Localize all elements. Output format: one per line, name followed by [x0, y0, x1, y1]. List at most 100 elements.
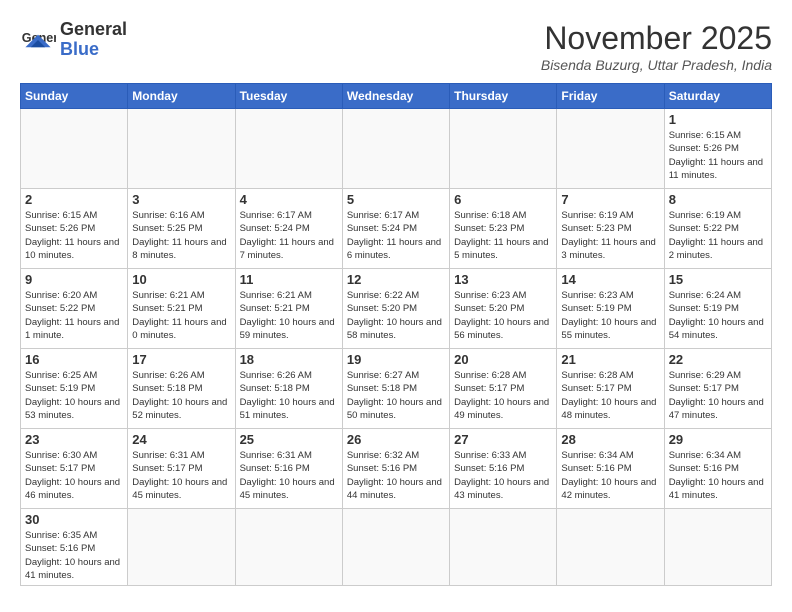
day-number: 1	[669, 112, 767, 127]
calendar-cell: 4 Sunrise: 6:17 AM Sunset: 5:24 PM Daylig…	[235, 189, 342, 269]
calendar-cell: 11Sunrise: 6:21 AM Sunset: 5:21 PM Dayli…	[235, 269, 342, 349]
weekday-header-sunday: Sunday	[21, 84, 128, 109]
title-area: November 2025 Bisenda Buzurg, Uttar Prad…	[541, 20, 772, 73]
calendar-cell: 25Sunrise: 6:31 AM Sunset: 5:16 PM Dayli…	[235, 429, 342, 509]
day-info: Sunrise: 6:15 AM Sunset: 5:26 PM Dayligh…	[669, 129, 767, 182]
day-number: 3	[132, 192, 230, 207]
day-number: 14	[561, 272, 659, 287]
weekday-header-row: SundayMondayTuesdayWednesdayThursdayFrid…	[21, 84, 772, 109]
day-number: 28	[561, 432, 659, 447]
logo-icon: General	[20, 22, 56, 58]
day-number: 29	[669, 432, 767, 447]
calendar-cell	[128, 109, 235, 189]
calendar-cell: 2 Sunrise: 6:15 AM Sunset: 5:26 PM Daylig…	[21, 189, 128, 269]
day-number: 24	[132, 432, 230, 447]
day-info: Sunrise: 6:26 AM Sunset: 5:18 PM Dayligh…	[132, 369, 230, 422]
day-info: Sunrise: 6:32 AM Sunset: 5:16 PM Dayligh…	[347, 449, 445, 502]
day-info: Sunrise: 6:28 AM Sunset: 5:17 PM Dayligh…	[561, 369, 659, 422]
calendar-cell: 24 Sunrise: 6:31 AM Sunset: 5:17 PM Dayli…	[128, 429, 235, 509]
day-number: 15	[669, 272, 767, 287]
day-info: Sunrise: 6:21 AM Sunset: 5:21 PM Dayligh…	[240, 289, 338, 342]
calendar-cell: 5 Sunrise: 6:17 AM Sunset: 5:24 PM Daylig…	[342, 189, 449, 269]
day-info: Sunrise: 6:21 AM Sunset: 5:21 PM Dayligh…	[132, 289, 230, 342]
day-number: 27	[454, 432, 552, 447]
day-number: 13	[454, 272, 552, 287]
calendar-cell: 18Sunrise: 6:26 AM Sunset: 5:18 PM Dayli…	[235, 349, 342, 429]
calendar-cell	[21, 109, 128, 189]
day-info: Sunrise: 6:24 AM Sunset: 5:19 PM Dayligh…	[669, 289, 767, 342]
day-info: Sunrise: 6:27 AM Sunset: 5:18 PM Dayligh…	[347, 369, 445, 422]
weekday-header-tuesday: Tuesday	[235, 84, 342, 109]
day-number: 5	[347, 192, 445, 207]
day-number: 16	[25, 352, 123, 367]
day-number: 2	[25, 192, 123, 207]
calendar-cell	[557, 509, 664, 586]
day-info: Sunrise: 6:26 AM Sunset: 5:18 PM Dayligh…	[240, 369, 338, 422]
calendar-cell: 21 Sunrise: 6:28 AM Sunset: 5:17 PM Dayli…	[557, 349, 664, 429]
week-row-4: 16 Sunrise: 6:25 AM Sunset: 5:19 PM Dayli…	[21, 349, 772, 429]
day-number: 21	[561, 352, 659, 367]
day-number: 12	[347, 272, 445, 287]
weekday-header-friday: Friday	[557, 84, 664, 109]
day-number: 6	[454, 192, 552, 207]
calendar-cell: 20Sunrise: 6:28 AM Sunset: 5:17 PM Dayli…	[450, 349, 557, 429]
location-title: Bisenda Buzurg, Uttar Pradesh, India	[541, 57, 772, 73]
calendar-cell: 10 Sunrise: 6:21 AM Sunset: 5:21 PM Dayli…	[128, 269, 235, 349]
calendar-cell: 1 Sunrise: 6:15 AM Sunset: 5:26 PM Daylig…	[664, 109, 771, 189]
calendar-cell	[450, 109, 557, 189]
calendar-cell: 3 Sunrise: 6:16 AM Sunset: 5:25 PM Daylig…	[128, 189, 235, 269]
calendar-cell	[128, 509, 235, 586]
day-number: 9	[25, 272, 123, 287]
calendar-cell: 9Sunrise: 6:20 AM Sunset: 5:22 PM Daylig…	[21, 269, 128, 349]
day-number: 4	[240, 192, 338, 207]
week-row-5: 23Sunrise: 6:30 AM Sunset: 5:17 PM Dayli…	[21, 429, 772, 509]
calendar-cell	[664, 509, 771, 586]
logo-text: General Blue	[60, 20, 127, 60]
calendar-cell: 28 Sunrise: 6:34 AM Sunset: 5:16 PM Dayli…	[557, 429, 664, 509]
weekday-header-saturday: Saturday	[664, 84, 771, 109]
calendar-cell: 14Sunrise: 6:23 AM Sunset: 5:19 PM Dayli…	[557, 269, 664, 349]
day-info: Sunrise: 6:30 AM Sunset: 5:17 PM Dayligh…	[25, 449, 123, 502]
day-number: 10	[132, 272, 230, 287]
calendar-cell: 7 Sunrise: 6:19 AM Sunset: 5:23 PM Daylig…	[557, 189, 664, 269]
day-number: 17	[132, 352, 230, 367]
day-info: Sunrise: 6:16 AM Sunset: 5:25 PM Dayligh…	[132, 209, 230, 262]
day-info: Sunrise: 6:25 AM Sunset: 5:19 PM Dayligh…	[25, 369, 123, 422]
day-info: Sunrise: 6:22 AM Sunset: 5:20 PM Dayligh…	[347, 289, 445, 342]
week-row-1: 1 Sunrise: 6:15 AM Sunset: 5:26 PM Daylig…	[21, 109, 772, 189]
calendar-table: SundayMondayTuesdayWednesdayThursdayFrid…	[20, 83, 772, 586]
day-info: Sunrise: 6:17 AM Sunset: 5:24 PM Dayligh…	[347, 209, 445, 262]
day-info: Sunrise: 6:19 AM Sunset: 5:22 PM Dayligh…	[669, 209, 767, 262]
day-info: Sunrise: 6:34 AM Sunset: 5:16 PM Dayligh…	[669, 449, 767, 502]
calendar-cell	[235, 109, 342, 189]
day-info: Sunrise: 6:17 AM Sunset: 5:24 PM Dayligh…	[240, 209, 338, 262]
day-number: 8	[669, 192, 767, 207]
week-row-3: 9Sunrise: 6:20 AM Sunset: 5:22 PM Daylig…	[21, 269, 772, 349]
day-info: Sunrise: 6:34 AM Sunset: 5:16 PM Dayligh…	[561, 449, 659, 502]
day-info: Sunrise: 6:31 AM Sunset: 5:17 PM Dayligh…	[132, 449, 230, 502]
calendar-cell	[342, 109, 449, 189]
day-info: Sunrise: 6:31 AM Sunset: 5:16 PM Dayligh…	[240, 449, 338, 502]
calendar-cell: 16 Sunrise: 6:25 AM Sunset: 5:19 PM Dayli…	[21, 349, 128, 429]
calendar-cell: 6Sunrise: 6:18 AM Sunset: 5:23 PM Daylig…	[450, 189, 557, 269]
calendar-cell: 22 Sunrise: 6:29 AM Sunset: 5:17 PM Dayli…	[664, 349, 771, 429]
day-info: Sunrise: 6:19 AM Sunset: 5:23 PM Dayligh…	[561, 209, 659, 262]
calendar-cell	[342, 509, 449, 586]
day-info: Sunrise: 6:15 AM Sunset: 5:26 PM Dayligh…	[25, 209, 123, 262]
day-number: 7	[561, 192, 659, 207]
calendar-cell: 23Sunrise: 6:30 AM Sunset: 5:17 PM Dayli…	[21, 429, 128, 509]
week-row-2: 2 Sunrise: 6:15 AM Sunset: 5:26 PM Daylig…	[21, 189, 772, 269]
day-info: Sunrise: 6:35 AM Sunset: 5:16 PM Dayligh…	[25, 529, 123, 582]
day-number: 26	[347, 432, 445, 447]
weekday-header-monday: Monday	[128, 84, 235, 109]
calendar-cell: 13Sunrise: 6:23 AM Sunset: 5:20 PM Dayli…	[450, 269, 557, 349]
calendar-cell: 27Sunrise: 6:33 AM Sunset: 5:16 PM Dayli…	[450, 429, 557, 509]
day-number: 19	[347, 352, 445, 367]
calendar-cell	[235, 509, 342, 586]
day-info: Sunrise: 6:29 AM Sunset: 5:17 PM Dayligh…	[669, 369, 767, 422]
calendar-cell: 29 Sunrise: 6:34 AM Sunset: 5:16 PM Dayli…	[664, 429, 771, 509]
weekday-header-wednesday: Wednesday	[342, 84, 449, 109]
calendar-cell: 8 Sunrise: 6:19 AM Sunset: 5:22 PM Daylig…	[664, 189, 771, 269]
calendar-cell	[557, 109, 664, 189]
day-number: 22	[669, 352, 767, 367]
